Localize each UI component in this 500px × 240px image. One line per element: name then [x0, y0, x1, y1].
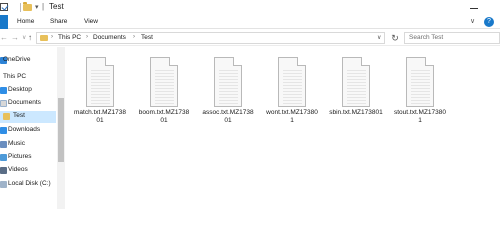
folder-icon [23, 2, 32, 11]
text-file-icon [342, 57, 370, 107]
music-icon [0, 141, 7, 148]
quick-access-dropdown-icon[interactable]: ▾ [35, 3, 39, 11]
text-file-icon [86, 57, 114, 107]
pictures-icon [0, 154, 7, 161]
sidebar-item-this-pc[interactable]: This PC [0, 72, 56, 84]
text-file-icon [278, 57, 306, 107]
sidebar-item-desktop[interactable]: Desktop [0, 85, 56, 97]
file-item[interactable]: stout.txt.MZ173801 [393, 57, 447, 137]
desktop-icon [0, 87, 7, 94]
sidebar-item-label: Documents [8, 99, 41, 106]
file-name: boom.txt.MZ173801 [138, 109, 190, 124]
documents-icon [0, 100, 7, 107]
file-name: sbin.txt.MZ173801 [329, 109, 383, 116]
folder-icon [3, 113, 10, 120]
file-item[interactable]: sbin.txt.MZ173801 [329, 57, 383, 137]
sidebar-item-downloads[interactable]: Downloads [0, 125, 56, 137]
forward-arrow-icon[interactable]: → [11, 33, 19, 42]
sidebar-item-onedrive[interactable]: OneDrive [0, 55, 56, 67]
window-title: Test [49, 2, 64, 11]
minimize-button[interactable] [468, 3, 480, 12]
ribbon-tabs: Home Share View ∨ ? [0, 15, 500, 29]
tab-home[interactable]: Home [17, 18, 34, 25]
videos-icon [0, 167, 7, 174]
address-bar[interactable]: › This PC › Documents › Test ∨ [36, 32, 385, 44]
file-name: wont.txt.MZ173801 [266, 109, 318, 124]
file-name: stout.txt.MZ173801 [393, 109, 447, 124]
sidebar-item-label: Test [13, 112, 25, 119]
sidebar-scrollbar-thumb[interactable] [58, 98, 64, 162]
tab-share[interactable]: Share [50, 18, 67, 25]
sidebar-item-label: Local Disk (C:) [8, 180, 51, 187]
sidebar-item-local-disk[interactable]: Local Disk (C:) [0, 179, 56, 191]
navigation-bar: ← → ∨ ↑ › This PC › Documents › Test ∨ ↻… [0, 30, 500, 46]
breadcrumb-chevron-icon[interactable]: › [86, 34, 88, 40]
disk-icon [0, 181, 7, 188]
breadcrumb-chevron-icon[interactable]: › [51, 34, 53, 40]
sidebar-item-videos[interactable]: Videos [0, 165, 56, 177]
file-item[interactable]: boom.txt.MZ173801 [137, 57, 191, 137]
file-item[interactable]: wont.txt.MZ173801 [265, 57, 319, 137]
sidebar-item-label: Downloads [8, 126, 41, 133]
sidebar-item-documents[interactable]: Documents [0, 98, 56, 110]
address-dropdown-icon[interactable]: ∨ [377, 34, 381, 41]
sidebar-item-label: Music [8, 140, 25, 147]
text-file-icon [406, 57, 434, 107]
sidebar-item-label: Videos [8, 166, 28, 173]
file-item[interactable]: match.txt.MZ173801 [73, 57, 127, 137]
properties-icon[interactable] [0, 3, 8, 11]
search-placeholder: Search Test [409, 34, 444, 41]
back-arrow-icon[interactable]: ← [0, 33, 8, 42]
sidebar-item-label: OneDrive [3, 56, 31, 63]
help-icon[interactable]: ? [484, 17, 494, 27]
breadcrumb-documents[interactable]: Documents [93, 34, 126, 41]
quick-access-divider [20, 3, 21, 12]
recent-locations-icon[interactable]: ∨ [22, 34, 26, 41]
title-bar: ▾ | Test [0, 0, 500, 15]
downloads-icon [0, 127, 7, 134]
file-name: assoc.txt.MZ173801 [202, 109, 254, 124]
tab-view[interactable]: View [84, 18, 98, 25]
file-item[interactable]: assoc.txt.MZ173801 [201, 57, 255, 137]
sidebar-item-pictures[interactable]: Pictures [0, 152, 56, 164]
sidebar-item-test[interactable]: Test [0, 111, 56, 123]
title-separator: | [42, 2, 45, 11]
sidebar-item-label: Pictures [8, 153, 32, 160]
breadcrumb-this-pc[interactable]: This PC [58, 34, 81, 41]
search-input[interactable]: Search Test [404, 32, 500, 44]
breadcrumb-test[interactable]: Test [141, 34, 153, 41]
sidebar-item-music[interactable]: Music [0, 139, 56, 151]
sidebar-item-label: This PC [3, 73, 27, 80]
refresh-icon[interactable]: ↻ [388, 32, 402, 44]
up-arrow-icon[interactable]: ↑ [28, 33, 32, 42]
expand-ribbon-icon[interactable]: ∨ [470, 17, 475, 25]
file-name: match.txt.MZ173801 [73, 109, 127, 124]
text-file-icon [150, 57, 178, 107]
file-list: match.txt.MZ173801 boom.txt.MZ173801 ass… [66, 47, 500, 209]
sidebar-item-label: Desktop [8, 86, 32, 93]
tab-file[interactable] [0, 15, 8, 29]
text-file-icon [214, 57, 242, 107]
folder-icon [40, 35, 48, 41]
breadcrumb-chevron-icon[interactable]: › [133, 34, 135, 40]
